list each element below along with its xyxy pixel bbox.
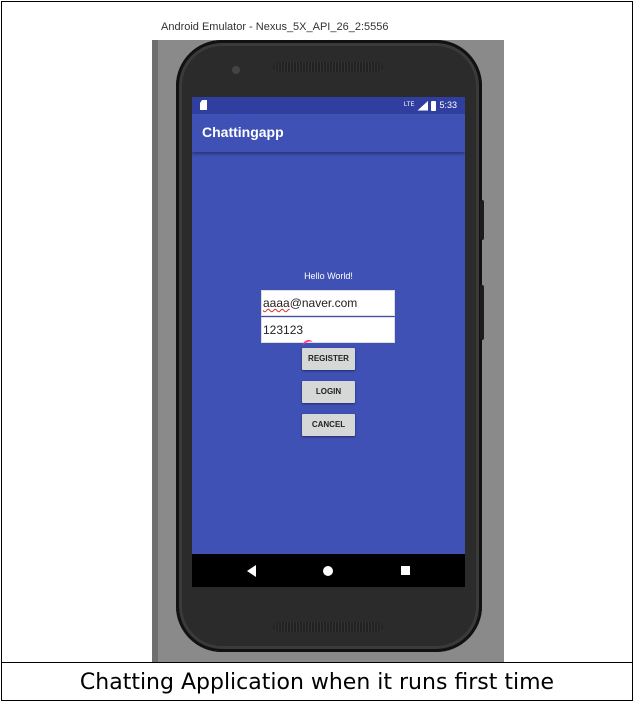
- status-bar: LTE 5:33: [192, 97, 465, 114]
- volume-button[interactable]: [480, 200, 484, 240]
- figure-caption: Chatting Application when it runs first …: [79, 670, 555, 695]
- emulator-toolbar-strip: [152, 40, 158, 662]
- cancel-button[interactable]: CANCEL: [302, 414, 355, 436]
- sd-card-icon: [200, 100, 207, 110]
- battery-icon: [431, 100, 437, 111]
- network-type-label: LTE: [403, 102, 415, 108]
- hello-text: Hello World!: [304, 271, 353, 281]
- emulator-title: Android Emulator - Nexus_5X_API_26_2:555…: [152, 14, 504, 40]
- power-button[interactable]: [480, 285, 484, 340]
- email-input[interactable]: aaaa@naver.com: [261, 290, 395, 316]
- status-right: LTE 5:33: [404, 97, 457, 114]
- app-toolbar: Chattingapp: [192, 114, 465, 152]
- back-icon[interactable]: [247, 565, 256, 577]
- app-title: Chattingapp: [202, 124, 284, 140]
- recents-icon[interactable]: [401, 566, 410, 575]
- password-input[interactable]: 123123: [261, 317, 395, 343]
- register-button[interactable]: REGISTER: [302, 348, 355, 370]
- status-time: 5:33: [439, 100, 457, 110]
- login-button[interactable]: LOGIN: [302, 381, 355, 403]
- bottom-speaker: [273, 622, 383, 632]
- signal-icon: [417, 100, 429, 111]
- email-rest: @naver.com: [289, 296, 358, 310]
- home-icon[interactable]: [323, 566, 333, 576]
- navigation-bar: [192, 554, 465, 587]
- device-screen: LTE 5:33 Chattingapp Hello World! aaaa@n…: [192, 97, 465, 587]
- email-spellcheck-part: aaaa: [263, 296, 290, 310]
- frame-divider: [1, 662, 633, 663]
- front-camera: [232, 66, 240, 74]
- top-speaker: [273, 62, 383, 72]
